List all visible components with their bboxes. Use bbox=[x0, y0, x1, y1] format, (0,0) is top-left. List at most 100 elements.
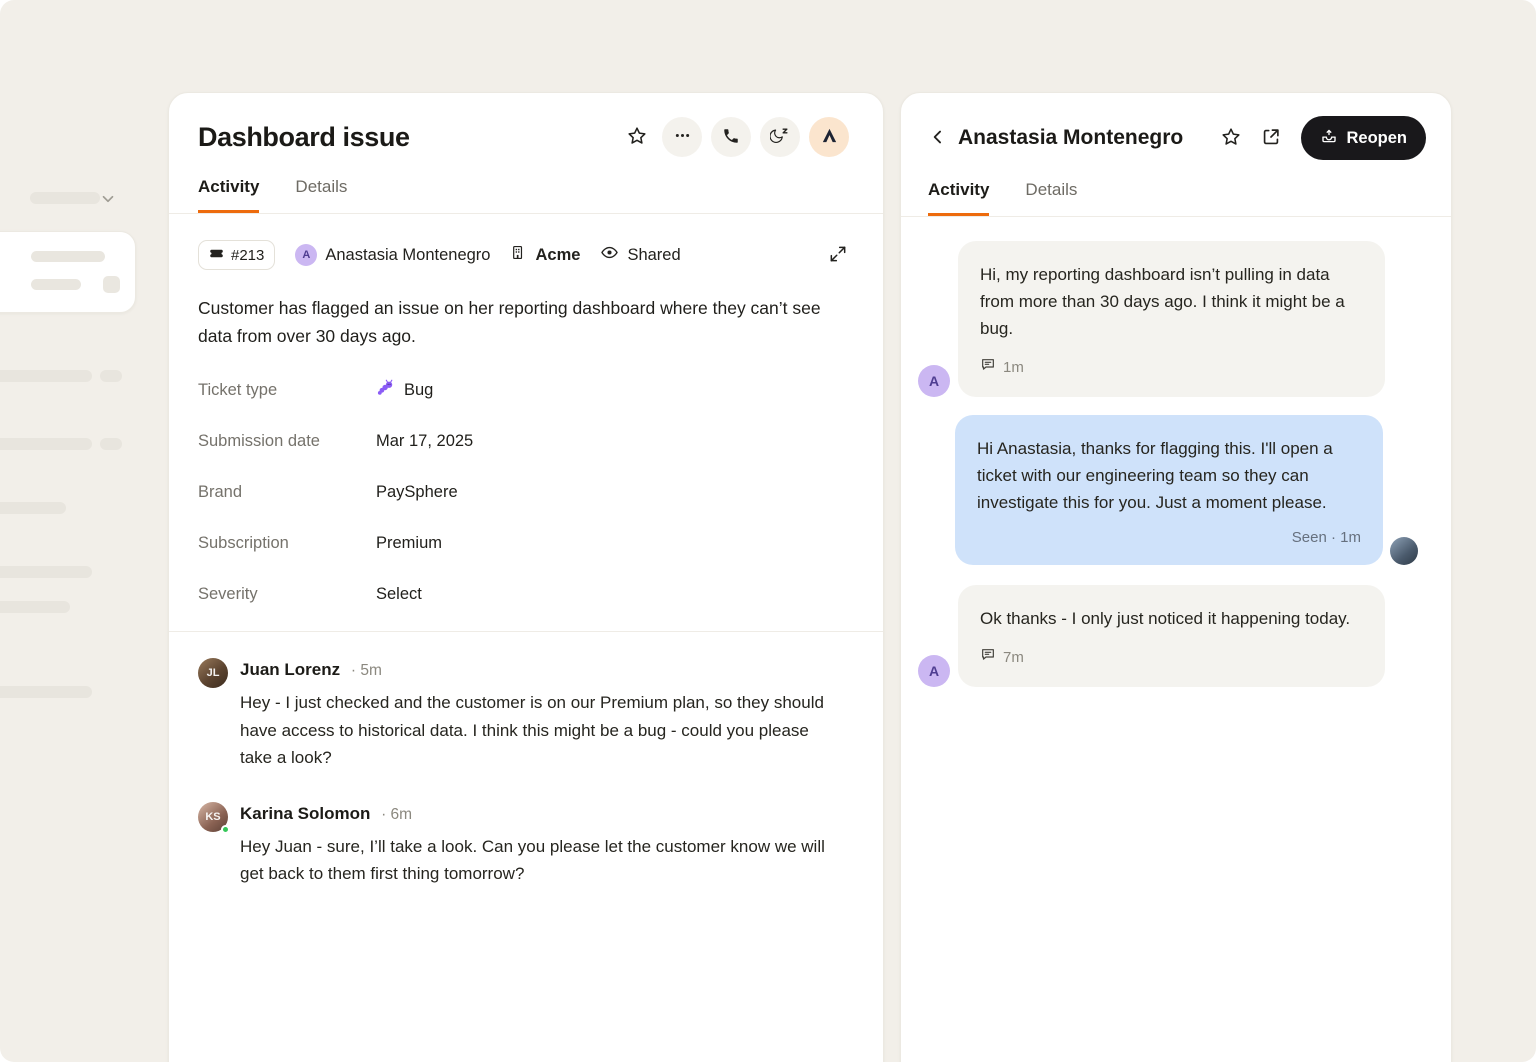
ticket-icon bbox=[209, 246, 224, 265]
customer-avatar: A bbox=[918, 365, 950, 397]
message-text: Hi Anastasia, thanks for flagging this. … bbox=[977, 439, 1333, 512]
message-time: 1m bbox=[1003, 354, 1024, 381]
tab-activity[interactable]: Activity bbox=[928, 180, 989, 216]
message-meta: 7m bbox=[980, 644, 1363, 671]
ticket-id-chip[interactable]: #213 bbox=[198, 240, 275, 270]
status-dot bbox=[221, 825, 230, 834]
field-value[interactable]: Bug bbox=[376, 378, 433, 402]
ticket-header: Dashboard issue bbox=[169, 93, 883, 157]
field-value[interactable]: Mar 17, 2025 bbox=[376, 432, 473, 451]
reopen-button[interactable]: Reopen bbox=[1301, 116, 1426, 160]
favorite-button[interactable] bbox=[1215, 122, 1247, 154]
message-time: 7m bbox=[1003, 644, 1024, 671]
sidebar-skeleton-card[interactable] bbox=[0, 231, 136, 313]
message-meta: 1m bbox=[980, 354, 1363, 381]
comment-item: JL Juan Lorenz · 5m Hey - I just checked… bbox=[198, 658, 854, 772]
chat-thread: A Hi, my reporting dashboard isn’t pulli… bbox=[901, 217, 1451, 735]
bug-icon bbox=[376, 378, 395, 402]
conversation-panel: Anastasia Montenegro Reopen Activity bbox=[900, 92, 1452, 1062]
field-label: Brand bbox=[198, 483, 376, 502]
message-outgoing: Hi Anastasia, thanks for flagging this. … bbox=[918, 415, 1418, 565]
avatar[interactable]: JL bbox=[198, 658, 228, 688]
star-icon bbox=[626, 125, 648, 150]
visibility-label: Shared bbox=[627, 246, 680, 265]
chat-bubble: Hi Anastasia, thanks for flagging this. … bbox=[955, 415, 1383, 565]
expand-icon bbox=[828, 244, 848, 267]
field-label: Submission date bbox=[198, 432, 376, 451]
comment-author: Juan Lorenz bbox=[240, 660, 340, 679]
field-value-text: Bug bbox=[404, 381, 433, 400]
app-logo-button[interactable] bbox=[809, 117, 849, 157]
chat-bubble: Hi, my reporting dashboard isn’t pulling… bbox=[958, 241, 1385, 397]
ticket-panel: Dashboard issue bbox=[168, 92, 884, 1062]
skeleton-bar bbox=[30, 192, 100, 204]
field-ticket-type: Ticket type Bug bbox=[198, 376, 854, 404]
eye-icon bbox=[600, 243, 619, 267]
external-link-icon bbox=[1260, 126, 1282, 151]
star-icon bbox=[1220, 126, 1242, 151]
comments-section: JL Juan Lorenz · 5m Hey - I just checked… bbox=[169, 632, 883, 958]
more-icon bbox=[673, 126, 692, 148]
conversation-title: Anastasia Montenegro bbox=[958, 126, 1183, 150]
ticket-reference-row: #213 A Anastasia Montenegro Acme Sha bbox=[198, 240, 854, 270]
requester-name: Anastasia Montenegro bbox=[325, 246, 490, 265]
ticket-id-label: #213 bbox=[231, 247, 264, 264]
skeleton-bar bbox=[0, 502, 66, 514]
snooze-button[interactable] bbox=[760, 117, 800, 157]
field-severity: Severity Select bbox=[198, 580, 854, 608]
field-submission-date: Submission date Mar 17, 2025 bbox=[198, 427, 854, 455]
message-text: Ok thanks - I only just noticed it happe… bbox=[980, 609, 1350, 628]
company-name: Acme bbox=[535, 246, 580, 265]
comment-item: KS Karina Solomon · 6m Hey Juan - sure, … bbox=[198, 802, 854, 888]
field-label: Subscription bbox=[198, 534, 376, 553]
back-button[interactable] bbox=[922, 122, 954, 154]
call-button[interactable] bbox=[711, 117, 751, 157]
comment-bubble-icon bbox=[980, 644, 996, 671]
field-brand: Brand PaySphere bbox=[198, 478, 854, 506]
reopen-label: Reopen bbox=[1346, 129, 1407, 148]
comment-timestamp: · 6m bbox=[381, 806, 412, 823]
skeleton-bar bbox=[0, 601, 70, 613]
field-label: Severity bbox=[198, 585, 376, 604]
tab-details[interactable]: Details bbox=[1025, 180, 1077, 216]
skeleton-bar bbox=[0, 566, 92, 578]
avatar-initials: KS bbox=[205, 811, 220, 823]
skeleton-square bbox=[103, 276, 120, 293]
chevron-down-icon[interactable] bbox=[98, 189, 118, 209]
ticket-header-actions bbox=[621, 117, 849, 157]
reopen-icon bbox=[1320, 127, 1338, 150]
comment-bubble-icon bbox=[980, 354, 996, 381]
severity-select[interactable]: Select bbox=[376, 585, 422, 604]
comment-body: Hey - I just checked and the customer is… bbox=[240, 689, 832, 772]
requester-chip[interactable]: A Anastasia Montenegro bbox=[295, 244, 490, 266]
comment-body: Hey Juan - sure, I’ll take a look. Can y… bbox=[240, 833, 832, 888]
skeleton-bar bbox=[100, 438, 122, 450]
page-title: Dashboard issue bbox=[198, 122, 410, 153]
app-window: Dashboard issue bbox=[0, 0, 1536, 1062]
comment-author: Karina Solomon bbox=[240, 804, 370, 823]
field-label: Ticket type bbox=[198, 381, 376, 400]
chevron-left-icon bbox=[928, 127, 948, 150]
ticket-description: Customer has flagged an issue on her rep… bbox=[198, 294, 848, 350]
message-status: Seen · 1m bbox=[977, 524, 1361, 551]
skeleton-bar bbox=[31, 251, 105, 262]
favorite-button[interactable] bbox=[621, 121, 653, 153]
agent-avatar bbox=[1390, 537, 1418, 565]
skeleton-bar bbox=[0, 686, 92, 698]
tab-activity[interactable]: Activity bbox=[198, 177, 259, 213]
skeleton-bar bbox=[0, 370, 92, 382]
customer-avatar: A bbox=[918, 655, 950, 687]
call-icon bbox=[722, 127, 740, 148]
app-logo-icon bbox=[820, 126, 839, 148]
avatar[interactable]: KS bbox=[198, 802, 228, 832]
expand-button[interactable] bbox=[822, 239, 854, 271]
tab-details[interactable]: Details bbox=[295, 177, 347, 213]
more-actions-button[interactable] bbox=[662, 117, 702, 157]
company-chip[interactable]: Acme bbox=[510, 244, 580, 266]
visibility-chip[interactable]: Shared bbox=[600, 243, 680, 267]
conversation-tabs: Activity Details bbox=[901, 180, 1451, 217]
field-value[interactable]: PaySphere bbox=[376, 483, 458, 502]
open-external-button[interactable] bbox=[1255, 122, 1287, 154]
field-value[interactable]: Premium bbox=[376, 534, 442, 553]
conversation-header: Anastasia Montenegro Reopen bbox=[901, 93, 1451, 160]
